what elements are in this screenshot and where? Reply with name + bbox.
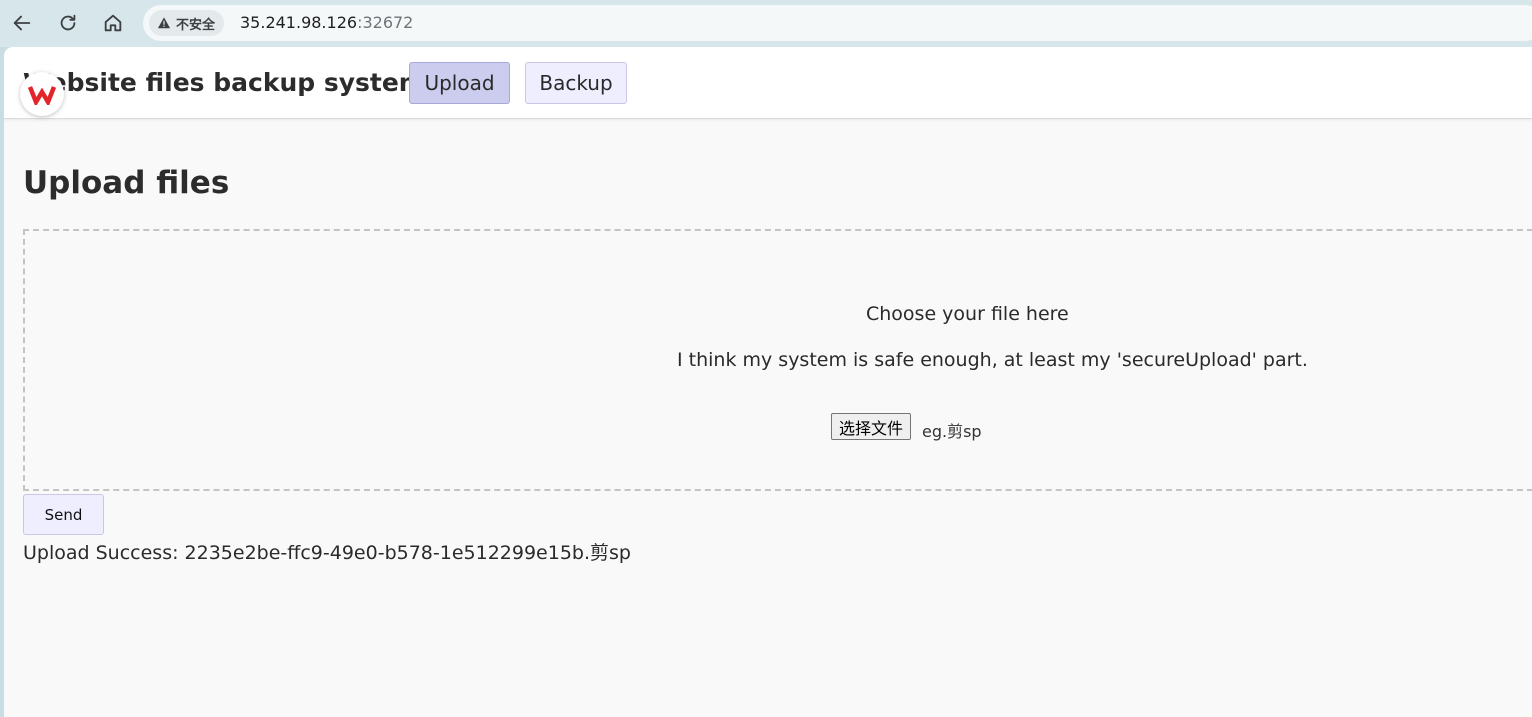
reload-icon <box>60 14 76 31</box>
reload-button[interactable] <box>52 7 84 39</box>
address-bar[interactable]: 不安全 35.241.98.126:32672 <box>143 5 1532 41</box>
site-title: Website files backup system <box>23 68 425 97</box>
site-header: Website files backup system Upload Backu… <box>4 47 1532 119</box>
tab-upload[interactable]: Upload <box>409 62 510 104</box>
warning-triangle-icon <box>157 17 171 29</box>
browser-toolbar: 不安全 35.241.98.126:32672 <box>0 0 1532 47</box>
upload-result-message: Upload Success: 2235e2be-ffc9-49e0-b578-… <box>23 542 631 564</box>
arrow-left-icon <box>13 15 31 31</box>
home-button[interactable] <box>97 7 129 39</box>
security-label: 不安全 <box>176 17 216 33</box>
home-icon <box>104 14 122 32</box>
wps-logo-icon <box>28 86 56 105</box>
security-indicator[interactable]: 不安全 <box>149 10 225 36</box>
drop-zone-note: I think my system is safe enough, at lea… <box>677 349 1308 371</box>
url-host: 35.241.98.126 <box>240 13 358 32</box>
choose-file-button[interactable]: 选择文件 <box>831 413 912 440</box>
send-button[interactable]: Send <box>23 494 104 535</box>
page-viewport: Website files backup system Upload Backu… <box>4 47 1532 717</box>
wps-floating-button[interactable] <box>20 72 64 116</box>
drop-zone-title: Choose your file here <box>866 303 1069 325</box>
page-title: Upload files <box>23 165 230 201</box>
tab-backup[interactable]: Backup <box>525 62 627 104</box>
selected-file-name: eg.剪sp <box>922 422 982 441</box>
url-text: 35.241.98.126:32672 <box>240 13 413 32</box>
back-button[interactable] <box>6 7 38 39</box>
url-port: :32672 <box>357 13 414 32</box>
